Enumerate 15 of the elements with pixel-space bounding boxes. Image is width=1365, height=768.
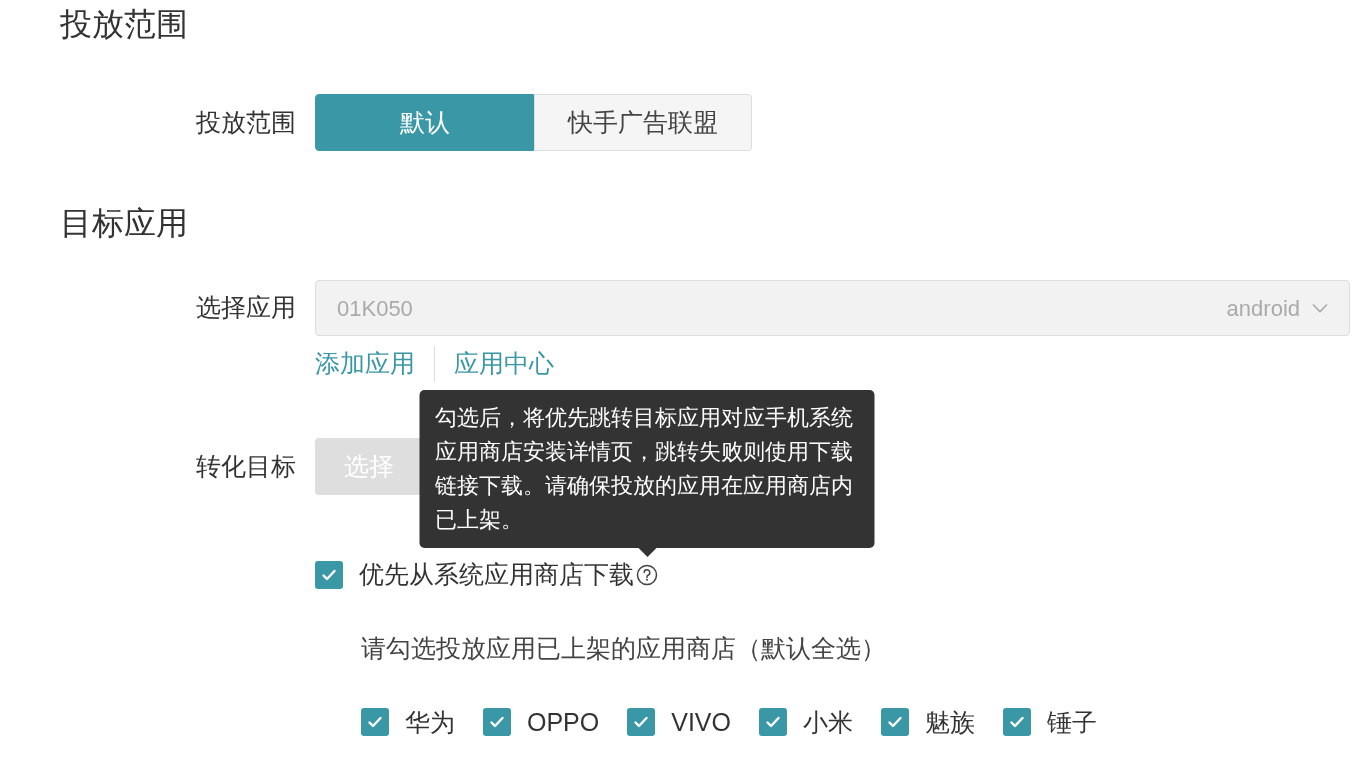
- hint-text: 请勾选投放应用已上架的应用商店（默认全选）: [361, 633, 887, 664]
- checkbox-label: 小米: [803, 706, 853, 738]
- section-title: 投放范围: [60, 5, 189, 44]
- checkbox-label: 魅族: [925, 706, 975, 738]
- checkbox-label: 锤子: [1047, 706, 1097, 738]
- field-label: 选择应用: [195, 292, 296, 324]
- checkbox-label: OPPO: [527, 706, 600, 738]
- field-label: 转化目标: [195, 450, 296, 482]
- checkbox-label: 华为: [405, 706, 455, 738]
- platform-label: android: [1226, 294, 1300, 323]
- field-label: 投放范围: [195, 106, 296, 138]
- select-value: 01K050: [337, 294, 413, 323]
- checkbox-label: 优先从系统应用商店下载: [359, 559, 634, 591]
- section-title: 目标应用: [60, 204, 189, 243]
- checkbox-label: VIVO: [671, 706, 731, 738]
